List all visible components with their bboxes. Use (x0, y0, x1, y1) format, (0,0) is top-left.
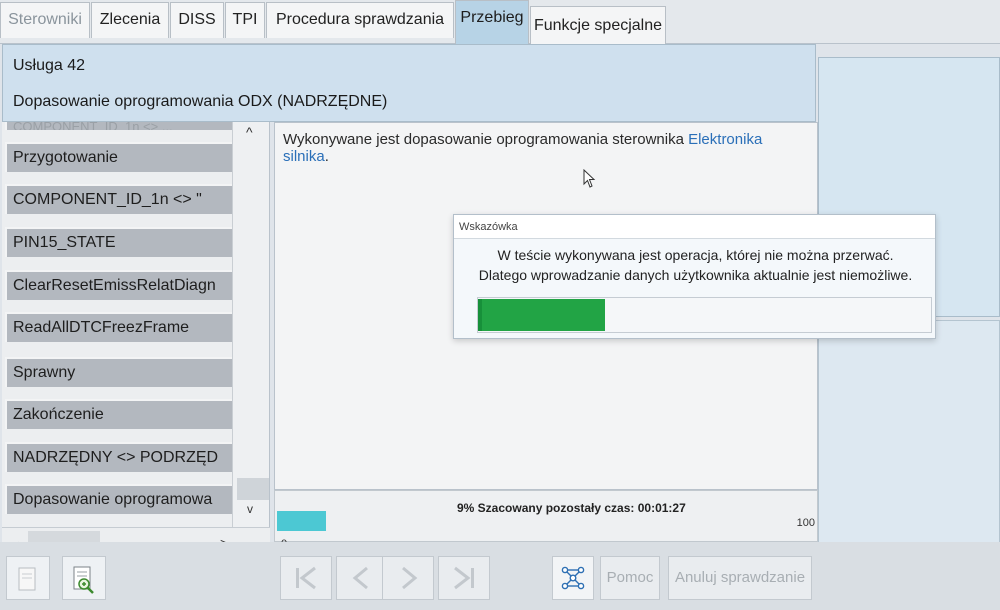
tab-diss[interactable]: DISS (170, 2, 224, 38)
step-item[interactable]: Sprawny (5, 357, 233, 387)
step-item-partial[interactable]: COMPONENT_ID_1n <> ... (5, 122, 233, 130)
tab-funkcje-specjalne[interactable]: Funkcje specjalne (530, 6, 666, 44)
document-icon (18, 567, 36, 591)
step-item[interactable]: COMPONENT_ID_1n <> " (5, 184, 233, 214)
step-item[interactable]: Zakończenie (5, 399, 233, 429)
dialog-progress-fill (478, 299, 605, 331)
step-item-current[interactable]: Dopasowanie oprogramowa (5, 484, 233, 514)
dialog-progress-bar (477, 297, 932, 333)
tab-bar: Sterowniki Zlecenia DISS TPI Procedura s… (0, 0, 1000, 44)
document-button[interactable] (6, 556, 50, 600)
arrow-right-icon (402, 566, 418, 590)
network-button[interactable] (552, 556, 594, 600)
steps-vertical-scrollbar[interactable]: ^ v (232, 122, 269, 527)
first-step-button[interactable] (280, 556, 332, 600)
dialog-message: W teście wykonywana jest operacja, które… (454, 245, 937, 285)
network-nodes-icon (561, 566, 585, 590)
message-text: Wykonywane jest dopasowanie oprogramowan… (283, 131, 689, 148)
progress-max-label: 100 (796, 517, 815, 529)
scrollbar-thumb[interactable] (237, 478, 269, 500)
step-item[interactable]: PIN15_STATE (5, 227, 233, 257)
progress-bar-fill (277, 511, 326, 531)
document-magnifier-icon (73, 566, 94, 594)
tab-procedura-sprawdzania[interactable]: Procedura sprawdzania (266, 2, 454, 38)
cancel-test-button[interactable]: Anuluj sprawdzanie (668, 556, 812, 600)
tab-sterowniki[interactable]: Sterowniki (0, 2, 90, 38)
step-item[interactable]: Przygotowanie (5, 142, 233, 172)
last-step-button[interactable] (438, 556, 490, 600)
tab-przebieg[interactable]: Przebieg (455, 0, 529, 44)
help-button[interactable]: Pomoc (600, 556, 660, 600)
dialog-title: Wskazówka (454, 215, 935, 239)
service-label: Usługa 42 (13, 57, 86, 74)
side-panel-bottom (818, 320, 1000, 580)
scroll-down-icon[interactable]: v (247, 502, 253, 516)
step-message: Wykonywane jest dopasowanie oprogramowan… (283, 131, 803, 165)
hint-dialog: Wskazówka W teście wykonywana jest opera… (453, 214, 936, 339)
message-end: . (324, 148, 329, 165)
document-zoom-button[interactable] (62, 556, 106, 600)
tab-zlecenia[interactable]: Zlecenia (91, 2, 169, 38)
step-item[interactable]: ClearResetEmissRelatDiagn (5, 270, 233, 300)
step-item[interactable]: NADRZĘDNY <> PODRZĘD (5, 442, 233, 472)
bottom-toolbar: Pomoc Anuluj sprawdzanie (0, 542, 1000, 610)
tab-tpi[interactable]: TPI (225, 2, 265, 38)
procedure-title: Dopasowanie oprogramowania ODX (NADRZĘDN… (13, 93, 388, 110)
step-item[interactable]: ReadAllDTCFreezFrame (5, 312, 233, 342)
mouse-cursor-icon (583, 169, 596, 188)
next-step-button[interactable] (382, 556, 434, 600)
test-progress: 9% Szacowany pozostały czas: 00:01:27 0 … (274, 490, 818, 550)
arrow-left-icon (352, 566, 368, 590)
dialog-line-2: Dlatego wprowadzanie danych użytkownika … (478, 267, 913, 283)
dialog-line-1: W teście wykonywana jest operacja, które… (497, 247, 894, 263)
previous-step-button[interactable] (336, 556, 388, 600)
procedure-header: Usługa 42 Dopasowanie oprogramowania ODX… (2, 44, 816, 122)
scroll-up-icon[interactable]: ^ (246, 124, 253, 140)
progress-status-text: 9% Szacowany pozostały czas: 00:01:27 (457, 501, 686, 515)
skip-last-icon (454, 566, 474, 590)
skip-first-icon (296, 566, 316, 590)
test-steps-list: COMPONENT_ID_1n <> ... Przygotowanie COM… (2, 122, 270, 527)
